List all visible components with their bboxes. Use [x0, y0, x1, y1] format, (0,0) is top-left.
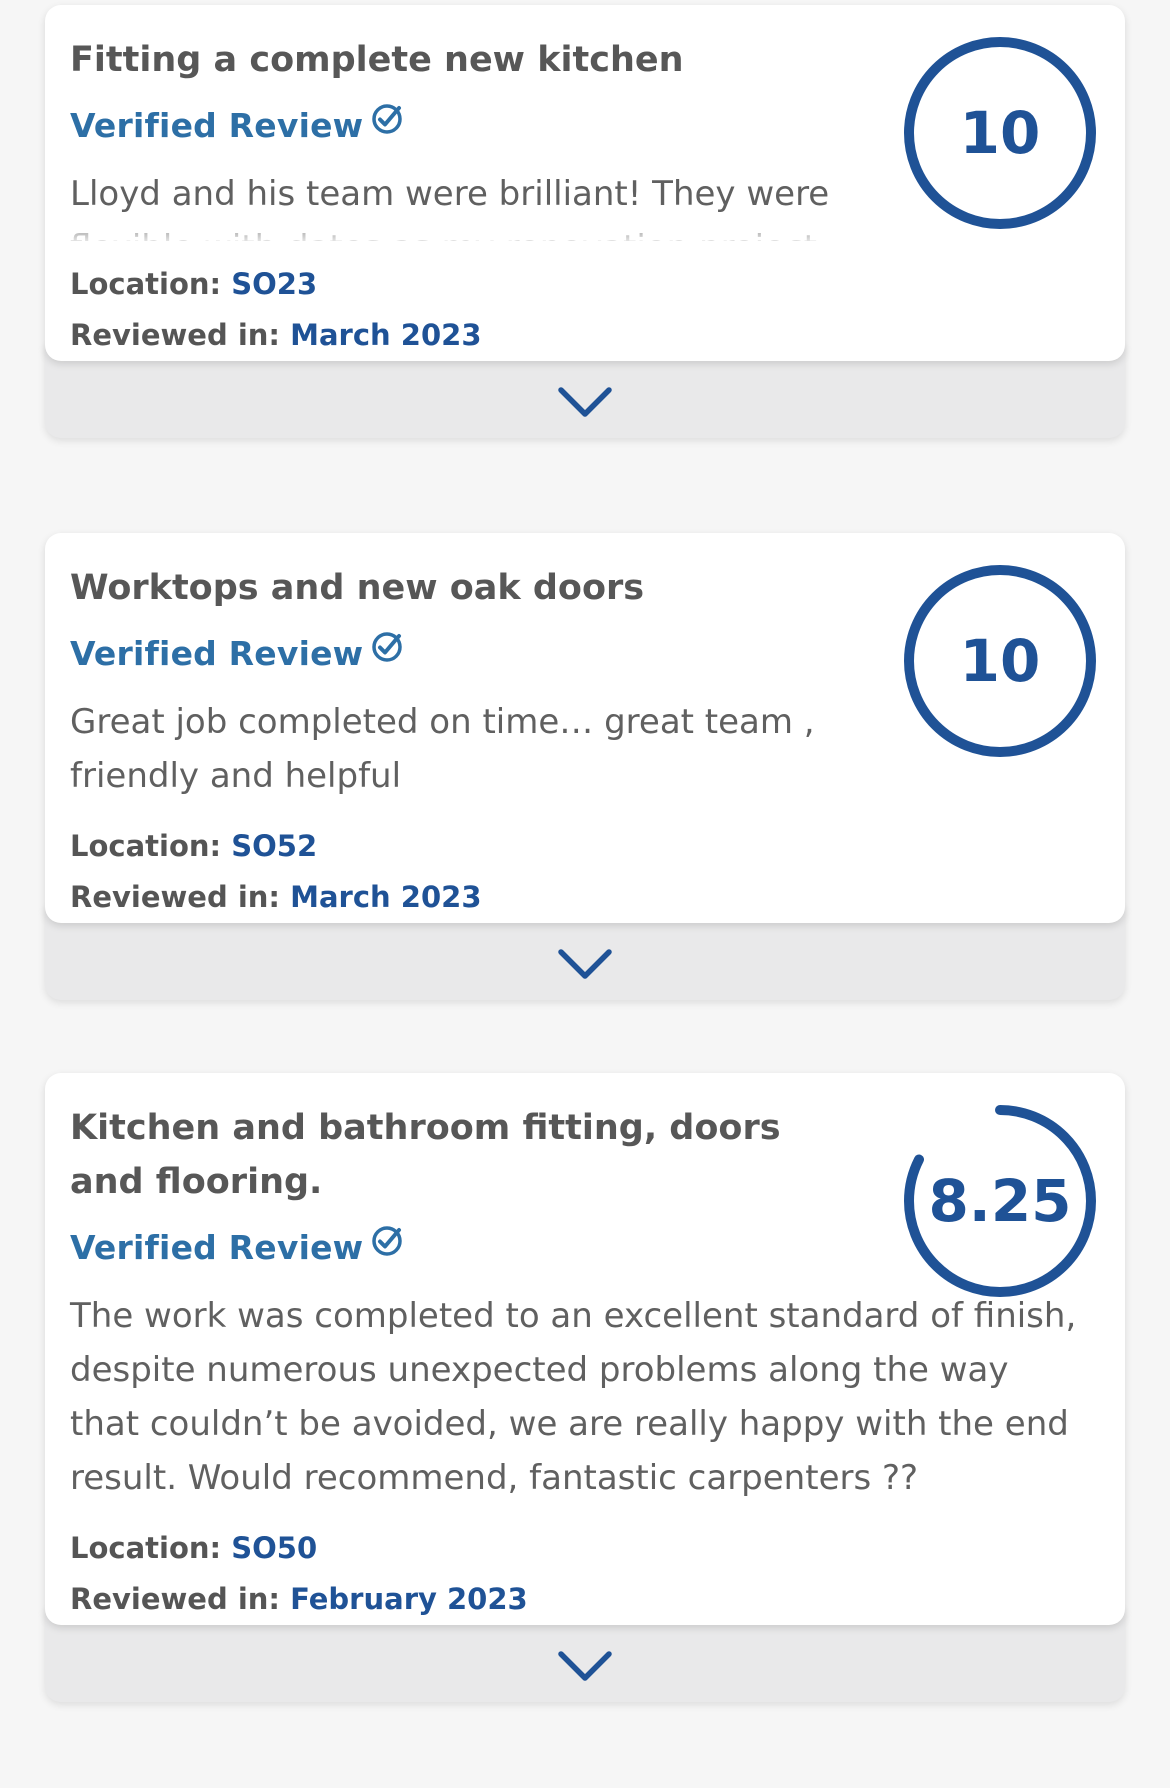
review-block: Worktops and new oak doors Verified Revi… [45, 533, 1125, 1000]
review-list: Fitting a complete new kitchen Verified … [0, 0, 1170, 1788]
reviewed-label: Reviewed in: [70, 1582, 281, 1616]
chevron-down-icon [558, 387, 612, 417]
review-date: Reviewed in: February 2023 [70, 1574, 1099, 1625]
review-card: Fitting a complete new kitchen Verified … [45, 5, 1125, 361]
verified-check-icon [372, 104, 403, 134]
location-label: Location: [70, 267, 222, 301]
location-value: SO50 [231, 1531, 318, 1565]
location-value: SO23 [231, 267, 318, 301]
review-title: Fitting a complete new kitchen [70, 40, 684, 80]
reviewed-label: Reviewed in: [70, 318, 281, 352]
verified-review-label: Verified Review [70, 105, 364, 145]
review-title: Kitchen and bathroom fitting, doors and … [70, 1108, 781, 1202]
location-label: Location: [70, 1531, 222, 1565]
review-card: Kitchen and bathroom fitting, doors and … [45, 1073, 1125, 1625]
verified-review-label: Verified Review [70, 633, 364, 673]
review-text: Great job completed on time… great team … [70, 702, 815, 796]
score-ring: 10 [900, 561, 1100, 761]
verified-check-icon [372, 632, 403, 662]
review-block: Fitting a complete new kitchen Verified … [45, 5, 1125, 438]
review-location: Location: SO23 [70, 259, 1099, 310]
chevron-down-icon [558, 949, 612, 979]
review-location: Location: SO52 [70, 821, 1099, 872]
review-date: Reviewed in: March 2023 [70, 310, 1099, 361]
score-ring: 8.25 [900, 1101, 1100, 1301]
reviewed-date-value: March 2023 [290, 880, 482, 914]
score-value: 8.25 [928, 1167, 1072, 1235]
review-text: The work was completed to an excellent s… [70, 1296, 1077, 1498]
score-value: 10 [959, 99, 1041, 167]
review-block: Kitchen and bathroom fitting, doors and … [45, 1073, 1125, 1702]
chevron-down-icon [558, 1651, 612, 1681]
reviewed-date-value: March 2023 [290, 318, 482, 352]
reviewed-label: Reviewed in: [70, 880, 281, 914]
review-date: Reviewed in: March 2023 [70, 872, 1099, 923]
verified-review-label: Verified Review [70, 1227, 364, 1267]
review-text: Lloyd and his team were brilliant! They … [70, 174, 830, 241]
location-value: SO52 [231, 829, 318, 863]
review-location: Location: SO50 [70, 1523, 1099, 1574]
review-title: Worktops and new oak doors [70, 568, 645, 608]
review-card: Worktops and new oak doors Verified Revi… [45, 533, 1125, 923]
score-value: 10 [959, 627, 1041, 695]
verified-check-icon [372, 1226, 403, 1256]
reviewed-date-value: February 2023 [290, 1582, 528, 1616]
score-ring: 10 [900, 33, 1100, 233]
location-label: Location: [70, 829, 222, 863]
